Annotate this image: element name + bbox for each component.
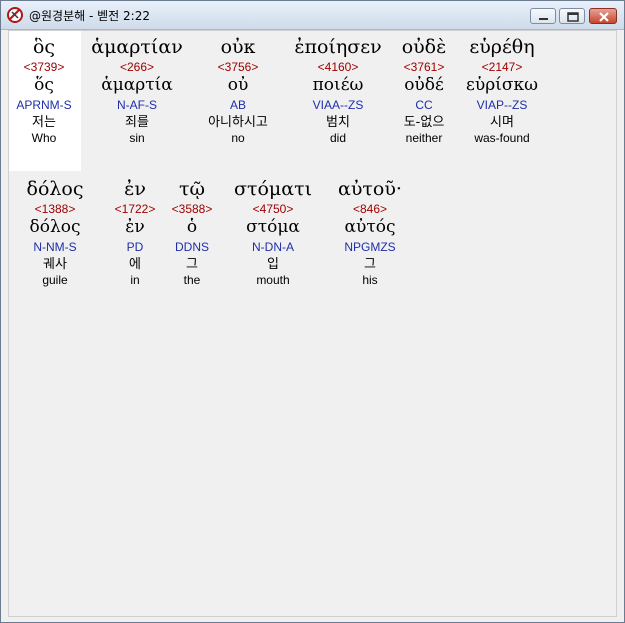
korean-gloss: 그 [186, 257, 198, 272]
korean-gloss: 저는 [32, 115, 56, 130]
english-gloss: sin [129, 131, 145, 145]
word-column[interactable]: οὐκ <3756> οὐ AB 아니하시고 no [197, 36, 279, 145]
greek-word: ἐποίησεν [294, 36, 382, 58]
morph-code: DDNS [174, 240, 209, 254]
lemma: ποιέω [312, 75, 364, 95]
morph-code: VIAA--ZS [312, 98, 364, 112]
english-gloss: was-found [474, 131, 530, 145]
word-column[interactable]: ἐποίησεν <4160> ποιέω VIAA--ZS 범치 did [284, 36, 392, 145]
greek-word: δόλος [26, 178, 84, 200]
morph-code: N-NM-S [33, 240, 77, 254]
close-icon [599, 12, 609, 22]
morph-code: APRNM-S [16, 98, 72, 112]
strong-number: <3756> [217, 60, 259, 74]
word-column[interactable]: ὃς <3739> ὅς APRNM-S 저는 Who [9, 36, 79, 145]
english-gloss: the [183, 273, 201, 287]
lemma: στόμα [246, 217, 300, 237]
strong-number: <3739> [23, 60, 65, 74]
maximize-button[interactable] [559, 8, 585, 24]
strong-number: <3588> [171, 202, 213, 216]
lemma: οὐ [227, 75, 249, 95]
korean-gloss: 시며 [490, 115, 514, 130]
morph-code: VIAP--ZS [476, 98, 528, 112]
word-column[interactable]: αὐτοῦ· <846> αὐτός NPGMZS 그 his [327, 178, 413, 287]
korean-gloss: 범치 [326, 115, 350, 130]
greek-word: στόματι [233, 178, 313, 200]
greek-word: εὑρέθη [469, 36, 535, 58]
window-title: @원경분해 - 벧전 2:22 [29, 9, 150, 23]
strong-number: <3761> [403, 60, 445, 74]
morph-code: PD [126, 240, 144, 254]
title-bar[interactable]: @원경분해 - 벧전 2:22 [1, 1, 624, 30]
strong-number: <846> [352, 202, 388, 216]
lemma: οὐδέ [404, 75, 444, 95]
greek-word: ὃς [32, 36, 56, 58]
greek-word: ἐν [124, 178, 146, 200]
korean-gloss: 궤사 [43, 257, 67, 272]
word-column[interactable]: ἐν <1722> ἐν PD 에 in [109, 178, 161, 287]
english-gloss: neither [405, 131, 443, 145]
word-column[interactable]: εὑρέθη <2147> εὑρίσκω VIAP--ZS 시며 was-fo… [461, 36, 543, 145]
strong-number: <1722> [114, 202, 156, 216]
lemma: ἁμαρτία [101, 75, 173, 95]
strong-number: <4160> [317, 60, 359, 74]
word-column[interactable]: τῷ <3588> ὁ DDNS 그 the [167, 178, 217, 287]
english-gloss: Who [31, 131, 57, 145]
strong-number: <1388> [34, 202, 76, 216]
greek-word: αὐτοῦ· [338, 178, 402, 200]
lemma: δόλος [29, 217, 81, 237]
morph-code: N-DN-A [252, 240, 294, 254]
lemma: ἐν [125, 217, 145, 237]
lemma: εὑρίσκω [466, 75, 538, 95]
english-gloss: guile [42, 273, 68, 287]
morph-code: N-AF-S [117, 98, 157, 112]
lemma: ὅς [34, 75, 54, 95]
english-gloss: did [329, 131, 346, 145]
english-gloss: his [362, 273, 378, 287]
close-button[interactable] [589, 8, 617, 24]
strong-number: <266> [119, 60, 155, 74]
korean-gloss: 그 [364, 257, 376, 272]
greek-word: τῷ [178, 178, 205, 200]
korean-gloss: 도-없으 [403, 115, 445, 130]
morph-code: NPGMZS [344, 240, 396, 254]
minimize-button[interactable] [530, 8, 556, 24]
strong-number: <4750> [252, 202, 294, 216]
lemma: ὁ [186, 217, 198, 237]
english-gloss: mouth [256, 273, 290, 287]
app-icon[interactable] [6, 6, 24, 24]
greek-word: οὐδὲ [401, 36, 447, 58]
morph-code: AB [229, 98, 246, 112]
english-gloss: no [231, 131, 245, 145]
greek-word: οὐκ [220, 36, 256, 58]
strong-number: <2147> [481, 60, 523, 74]
korean-gloss: 아니하시고 [208, 115, 268, 130]
word-column[interactable]: οὐδὲ <3761> οὐδέ CC 도-없으 neither [394, 36, 454, 145]
korean-gloss: 죄를 [125, 115, 149, 130]
word-column[interactable]: δόλος <1388> δόλος N-NM-S 궤사 guile [17, 178, 93, 287]
morph-code: CC [415, 98, 433, 112]
maximize-icon [567, 12, 579, 22]
greek-word: ἁμαρτίαν [91, 36, 183, 58]
word-column[interactable]: ἁμαρτίαν <266> ἁμαρτία N-AF-S 죄를 sin [82, 36, 192, 145]
english-gloss: in [130, 273, 140, 287]
app-window: @원경분해 - 벧전 2:22 ὃς <3739> ὅς APRNM-S 저는 … [0, 0, 625, 623]
korean-gloss: 에 [129, 257, 141, 272]
word-column[interactable]: στόματι <4750> στόμα N-DN-A 입 mouth [224, 178, 322, 287]
interlinear-panel[interactable]: ὃς <3739> ὅς APRNM-S 저는 Who ἁμαρτίαν <26… [8, 30, 617, 617]
minimize-icon [539, 18, 548, 20]
lemma: αὐτός [344, 217, 396, 237]
korean-gloss: 입 [267, 257, 279, 272]
